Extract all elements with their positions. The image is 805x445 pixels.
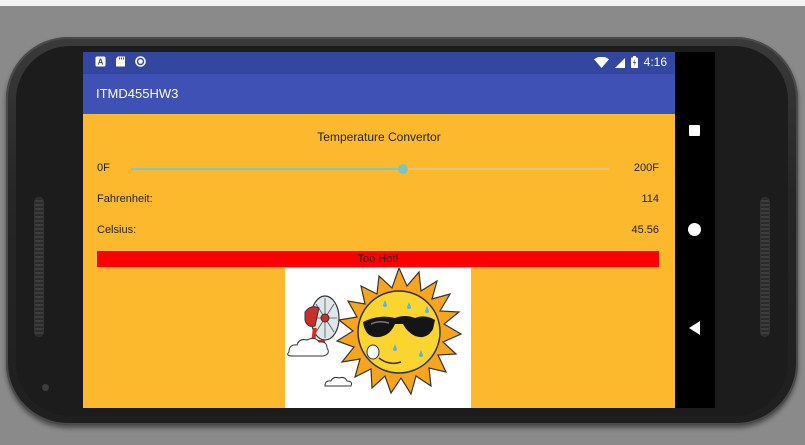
- fahrenheit-row: Fahrenheit: 114: [83, 192, 675, 208]
- battery-icon: [630, 56, 638, 68]
- celsius-value: 45.56: [631, 224, 659, 236]
- record-icon: [135, 56, 146, 67]
- front-camera: [42, 384, 49, 391]
- emulator-background: A 4:16 ITMD455HW3 Temperature Convertor …: [0, 0, 805, 445]
- notification-a-icon: A: [95, 56, 106, 67]
- home-circle-icon[interactable]: [688, 223, 701, 236]
- window-top-strip: [0, 0, 805, 6]
- status-banner: Too Hot!: [97, 251, 659, 267]
- fahrenheit-value: 114: [641, 193, 659, 205]
- status-bar: A 4:16: [83, 52, 675, 74]
- app-title: ITMD455HW3: [96, 86, 179, 101]
- slider-thumb[interactable]: [398, 164, 409, 174]
- signal-icon: [614, 57, 625, 68]
- svg-text:A: A: [98, 58, 104, 67]
- celsius-label: Celsius:: [97, 224, 137, 236]
- fahrenheit-label: Fahrenheit:: [97, 193, 153, 205]
- sd-card-icon: [116, 56, 125, 67]
- page-heading: Temperature Convertor: [317, 130, 441, 144]
- temperature-slider[interactable]: 0F 200F: [83, 160, 675, 178]
- navigation-bar: [675, 52, 715, 408]
- overview-square-icon[interactable]: [689, 125, 700, 136]
- wifi-icon: [593, 56, 609, 68]
- slider-min-label: 0F: [97, 162, 110, 174]
- slider-track[interactable]: [131, 164, 609, 174]
- slider-max-label: 200F: [633, 162, 659, 174]
- device-screen: A 4:16 ITMD455HW3 Temperature Convertor …: [83, 52, 715, 408]
- celsius-row: Celsius: 45.56: [83, 223, 675, 239]
- right-speaker-grille: [760, 197, 770, 337]
- main-content: Temperature Convertor 0F 200F Fahrenheit…: [83, 114, 675, 408]
- app-bar: ITMD455HW3: [83, 74, 675, 114]
- status-time: 4:16: [643, 55, 667, 69]
- sun-with-sunglasses-and-fan-icon: [285, 268, 471, 408]
- back-triangle-icon[interactable]: [689, 321, 700, 335]
- slider-fill: [131, 168, 404, 170]
- left-speaker-grille: [34, 197, 44, 337]
